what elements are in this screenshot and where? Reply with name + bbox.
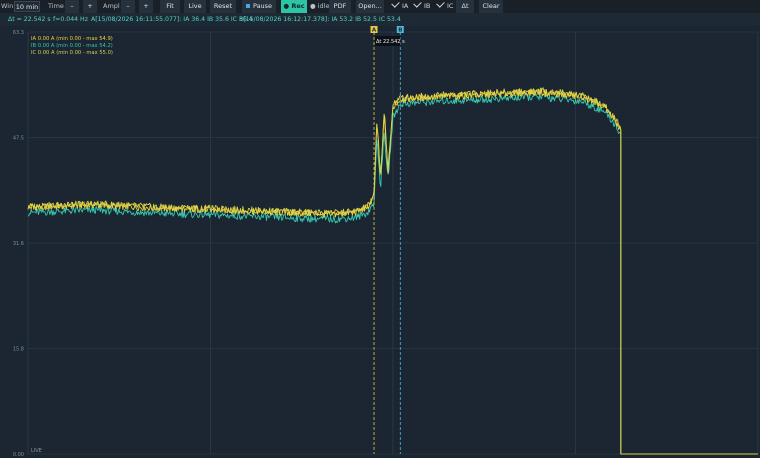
open-button[interactable]: Open... xyxy=(356,0,384,13)
y-tick-label: 47.5 xyxy=(13,136,24,142)
y-tick-label: 31.6 xyxy=(13,241,24,247)
legend-entry: IA 0.00 A (min 0.00 - max 54.9) xyxy=(31,36,113,42)
win-label: Win xyxy=(1,2,14,10)
y-tick-label: 15.8 xyxy=(13,347,24,353)
pdf-button[interactable]: PDF xyxy=(329,0,351,13)
cursor-label-a: A xyxy=(372,28,377,34)
legend-entry: IC 0.00 A (min 0.00 - max 55.0) xyxy=(31,50,113,56)
time-label: Time xyxy=(48,2,64,10)
time-minus-button[interactable]: – xyxy=(65,0,79,13)
pause-button[interactable]: Pause xyxy=(242,0,276,13)
ia-toggle-label: IA xyxy=(402,2,409,10)
reset-button[interactable]: Reset xyxy=(210,0,236,13)
delta-t-button[interactable]: Δt xyxy=(456,0,474,13)
legend-entry: IB 0.00 A (min 0.00 - max 54.2) xyxy=(31,43,113,49)
check-icon xyxy=(413,0,422,8)
cursor-delta-label: Δt 22.542 s xyxy=(376,39,405,45)
cursor-a-readout: A[15/08/2026 16:11:55.077]: IA 36.4 IB 3… xyxy=(91,16,253,23)
rec-button[interactable]: ● Rec xyxy=(281,0,307,13)
plot-background xyxy=(0,26,760,458)
chart-plot[interactable]: 63.3 47.5 31.6 15.8 0.00 A B Δt 22.542 s IA 0.… xyxy=(0,26,760,458)
y-tick-label: 0.00 xyxy=(13,452,24,458)
frequency-readout: f=0.044 Hz xyxy=(53,16,88,23)
legend: IA 0.00 A (min 0.00 - max 54.9)IB 0.00 A… xyxy=(31,36,113,56)
pause-label: Pause xyxy=(252,2,273,10)
ic-toggle-label: IC xyxy=(447,2,454,10)
ampl-plus-button[interactable]: + xyxy=(139,0,153,13)
time-plus-button[interactable]: + xyxy=(83,0,97,13)
check-icon xyxy=(391,0,400,8)
cursor-label-b: B xyxy=(398,28,402,34)
clear-button[interactable]: Clear xyxy=(479,0,503,13)
pause-icon xyxy=(245,4,250,8)
cursor-b-readout: B[15/08/2026 16:12:17.378]: IA 53.2 IB 5… xyxy=(239,16,401,23)
cursor-status-bar: Δt = 22.542 s f=0.044 Hz A[15/08/2026 16… xyxy=(0,13,760,26)
ampl-label: Ampl xyxy=(103,2,120,10)
live-button[interactable]: Live xyxy=(184,0,206,13)
ampl-minus-button[interactable]: – xyxy=(121,0,135,13)
ic-toggle[interactable]: IC xyxy=(436,0,454,13)
y-tick-label: 63.3 xyxy=(13,30,24,36)
toolbar: Win 10 min Time – + Ampl – + Fit Live Re… xyxy=(0,0,760,13)
ib-toggle-label: IB xyxy=(424,2,431,10)
fit-button[interactable]: Fit xyxy=(160,0,180,13)
check-icon xyxy=(436,0,445,8)
ib-toggle[interactable]: IB xyxy=(413,0,431,13)
window-select[interactable]: 10 min xyxy=(14,1,40,12)
live-label: LIVE xyxy=(31,448,42,454)
delta-readout: Δt = 22.542 s xyxy=(8,16,51,23)
rec-status: ● idle xyxy=(310,2,330,10)
ia-toggle[interactable]: IA xyxy=(391,0,409,13)
